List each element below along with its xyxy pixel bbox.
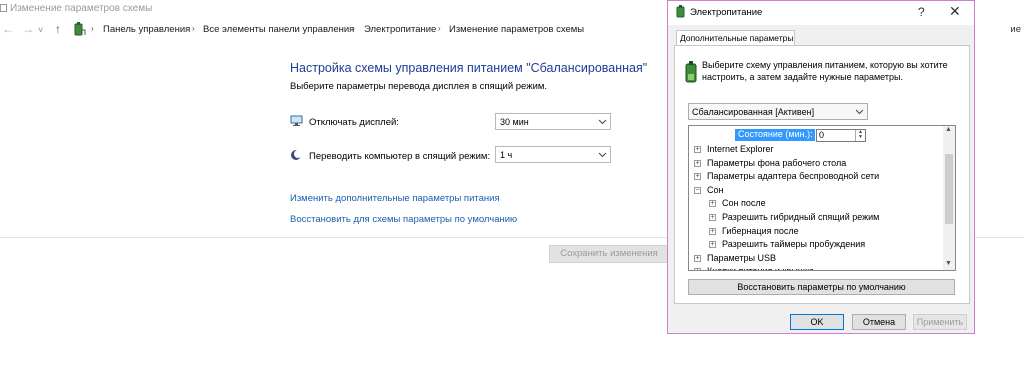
- scroll-down-icon[interactable]: ▼: [945, 260, 952, 267]
- state-spinner[interactable]: 0 ▲ ▼: [816, 129, 866, 142]
- expand-icon[interactable]: +: [694, 254, 701, 262]
- monitor-icon: [290, 115, 303, 129]
- expand-icon[interactable]: +: [694, 268, 701, 270]
- help-button[interactable]: ?: [918, 5, 925, 19]
- moon-icon: [290, 149, 302, 163]
- display-off-value: 30 мин: [500, 117, 529, 127]
- tree-item-label: Кнопки питания и крышка: [707, 266, 814, 270]
- search-box-hint[interactable]: ие: [1010, 24, 1021, 35]
- tree-item-label: Разрешить гибридный спящий режим: [722, 212, 880, 222]
- tree-item-label: Параметры адаптера беспроводной сети: [707, 171, 880, 182]
- collapse-icon[interactable]: −: [694, 186, 701, 194]
- sleep-select[interactable]: 1 ч: [495, 146, 611, 163]
- close-icon[interactable]: ✕: [949, 3, 961, 20]
- breadcrumb-power-options[interactable]: Электропитание: [364, 24, 436, 35]
- cancel-button[interactable]: Отмена: [852, 314, 906, 330]
- expand-icon[interactable]: +: [709, 241, 716, 249]
- tree-scrollbar[interactable]: ▲ ▼: [943, 126, 955, 270]
- tree-item-label: Сон: [707, 184, 724, 195]
- spin-arrows-icon[interactable]: ▲ ▼: [855, 130, 865, 141]
- chevron-down-icon: [598, 115, 607, 128]
- tree-item-label: Internet Explorer: [707, 144, 774, 154]
- breadcrumb-control-panel[interactable]: Панель управления: [103, 24, 190, 35]
- expand-icon[interactable]: +: [694, 146, 701, 153]
- tab-panel: Выберите схему управления питанием, кото…: [674, 45, 970, 304]
- state-field-label: Состояние (мин.):: [735, 129, 815, 141]
- power-options-icon: [674, 5, 687, 21]
- tree-item-label: Сон после: [722, 198, 766, 209]
- tab-advanced-settings[interactable]: Дополнительные параметры: [676, 30, 795, 46]
- chevron-down-icon: [855, 105, 864, 120]
- display-off-select[interactable]: 30 мин: [495, 113, 611, 130]
- state-value: 0: [819, 130, 825, 140]
- arrow-back-icon[interactable]: ←: [2, 22, 14, 36]
- breadcrumb-separator: ›: [192, 24, 195, 33]
- dialog-description: Выберите схему управления питанием, кото…: [702, 60, 948, 82]
- power-options-dialog: Электропитание ? ✕ Дополнительные параме…: [667, 0, 975, 334]
- power-options-icon: [72, 22, 86, 39]
- expand-icon[interactable]: +: [709, 200, 716, 208]
- power-plan-select[interactable]: Сбалансированная [Активен]: [688, 103, 868, 120]
- expand-icon[interactable]: +: [709, 214, 716, 221]
- breadcrumb-separator: ›: [352, 24, 355, 33]
- tree-item-label: Гибернация после: [722, 225, 799, 236]
- restore-defaults-button[interactable]: Восстановить параметры по умолчанию: [688, 279, 955, 295]
- advanced-settings-link[interactable]: Изменить дополнительные параметры питани…: [290, 193, 500, 204]
- sleep-label: Переводить компьютер в спящий режим:: [309, 151, 491, 162]
- breadcrumb-separator: ›: [438, 24, 441, 33]
- settings-tree[interactable]: Состояние (мин.): 0 ▲ ▼ + Internet Explore…: [688, 125, 956, 271]
- save-changes-button[interactable]: Сохранить изменения: [549, 245, 669, 263]
- expand-icon[interactable]: +: [709, 227, 716, 235]
- scrollbar-thumb[interactable]: [945, 154, 953, 224]
- ok-button[interactable]: OK: [790, 314, 844, 330]
- chevron-down-icon: [598, 148, 607, 161]
- page-title: Настройка схемы управления питанием "Сба…: [290, 61, 648, 75]
- sleep-value: 1 ч: [500, 150, 513, 160]
- tree-item-label: Параметры USB: [707, 252, 776, 263]
- display-off-label: Отключать дисплей:: [309, 117, 399, 128]
- tree-item-label: Параметры фона рабочего стола: [707, 157, 847, 168]
- window-icon: [0, 4, 7, 12]
- breadcrumb-edit-plan[interactable]: Изменение параметров схемы: [449, 24, 584, 35]
- breadcrumb-separator: ›: [91, 24, 94, 33]
- arrow-forward-icon[interactable]: →: [22, 22, 34, 36]
- battery-plug-icon: [683, 60, 699, 88]
- arrow-up-icon[interactable]: ↑: [55, 22, 61, 36]
- power-plan-value: Сбалансированная [Активен]: [692, 107, 815, 117]
- apply-button[interactable]: Применить: [913, 314, 967, 330]
- page-subtitle: Выберите параметры перевода дисплея в сп…: [290, 81, 548, 92]
- window-title: Изменение параметров схемы: [10, 3, 153, 14]
- expand-icon[interactable]: +: [694, 173, 701, 181]
- expand-icon[interactable]: +: [694, 159, 701, 167]
- recent-chevron-icon[interactable]: ˅: [38, 25, 43, 35]
- dialog-title: Электропитание: [690, 7, 763, 18]
- restore-defaults-link[interactable]: Восстановить для схемы параметры по умол…: [290, 214, 517, 225]
- breadcrumb-all-items[interactable]: Все элементы панели управления: [203, 24, 354, 35]
- dialog-titlebar[interactable]: Электропитание ? ✕: [668, 1, 974, 25]
- tree-item-label: Разрешить таймеры пробуждения: [722, 239, 866, 250]
- scroll-up-icon[interactable]: ▲: [945, 126, 952, 133]
